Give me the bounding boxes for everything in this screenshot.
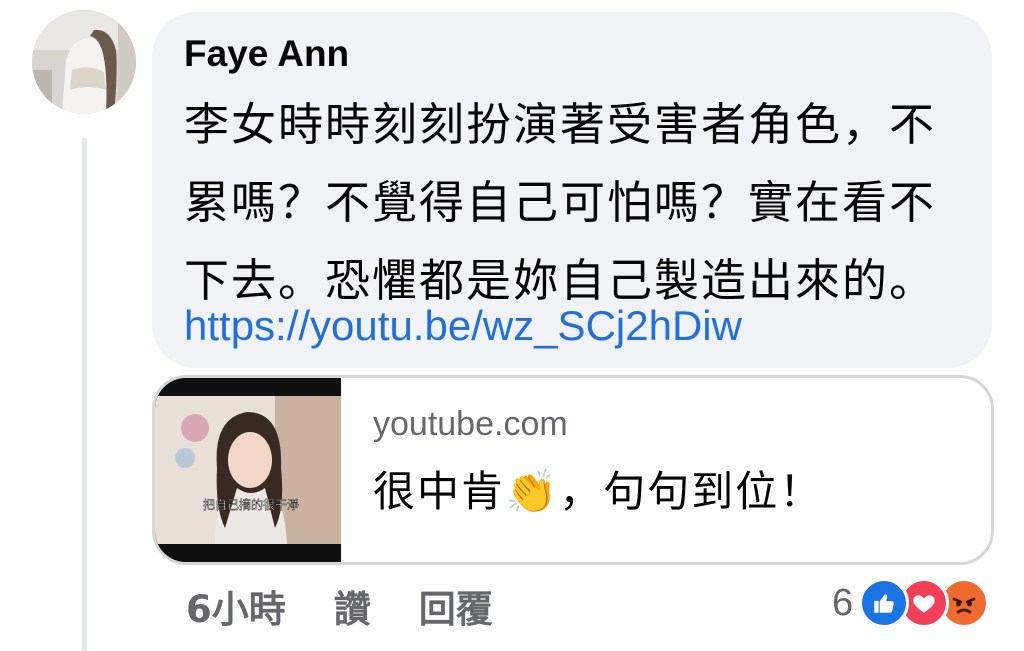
reaction-count: 6 — [832, 581, 854, 624]
comment-link[interactable]: https://youtu.be/wz_SCj2hDiw — [184, 300, 742, 352]
comment-actions: 6小時 讚 回覆 — [186, 579, 493, 633]
thumbnail-image: 把自己摘的很干淨 — [155, 378, 341, 562]
like-button[interactable]: 讚 — [334, 579, 371, 633]
comment-text-line: 累嗎？不覺得自己可怕嗎？實在看不 — [184, 176, 937, 229]
link-preview-card[interactable]: 把自己摘的很干淨 youtube.com 很中肯👏，句句到位！ — [152, 375, 994, 565]
comment-text-line: 李女時時刻刻扮演著受害者角色，不 — [184, 98, 937, 151]
comment-timestamp[interactable]: 6小時 — [186, 579, 286, 633]
thread-line — [82, 138, 87, 651]
like-icon — [859, 578, 910, 628]
avatar-image — [32, 10, 136, 114]
video-thumbnail[interactable]: 把自己摘的很干淨 — [155, 378, 341, 562]
preview-domain: youtube.com — [373, 405, 568, 443]
thumbnail-caption: 把自己摘的很干淨 — [203, 497, 299, 512]
avatar[interactable] — [32, 10, 136, 114]
preview-title: 很中肯👏，句句到位！ — [373, 467, 824, 516]
reply-button[interactable]: 回覆 — [419, 579, 493, 633]
comment-author[interactable]: Faye Ann — [184, 32, 349, 76]
reaction-summary[interactable]: 6 — [832, 578, 990, 628]
comment-text: 李女時時刻刻扮演著受害者角色，不 累嗎？不覺得自己可怕嗎？實在看不 下去。恐懼都… — [184, 86, 974, 320]
comment-thread: Faye Ann 李女時時刻刻扮演著受害者角色，不 累嗎？不覺得自己可怕嗎？實在… — [0, 0, 1024, 651]
